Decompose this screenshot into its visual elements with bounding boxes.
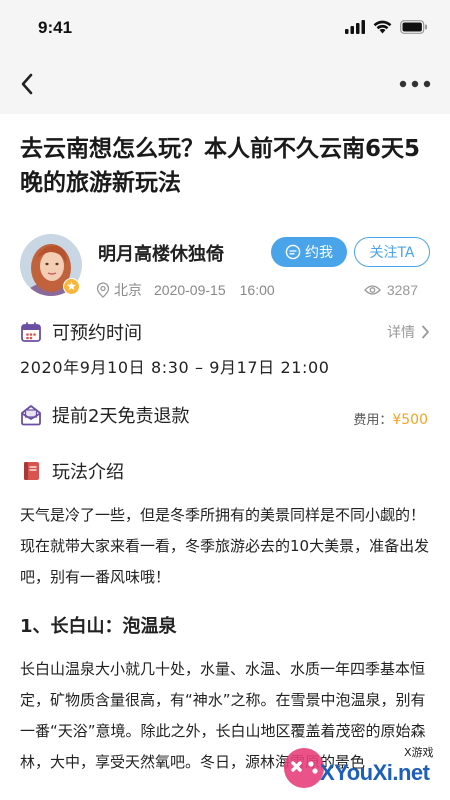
status-time: 9:41 xyxy=(38,18,73,37)
chevron-right-icon xyxy=(422,325,429,339)
wifi-icon xyxy=(373,20,392,34)
site-watermark: X游戏 XYouXi.net xyxy=(282,742,442,796)
follow-label: 关注TA xyxy=(369,245,415,261)
battery-icon xyxy=(400,20,427,34)
detail-label: 详情 xyxy=(387,325,415,341)
star-badge-icon xyxy=(64,279,79,294)
chat-bubble-icon xyxy=(285,244,301,260)
schedule-time-range: 2020年9月10日 8:30 – 9月17日 21:00 xyxy=(20,358,330,377)
avatar-badge xyxy=(63,278,80,295)
location-pin-icon xyxy=(96,282,110,298)
post-meta: 北京 2020-09-15 16:00 xyxy=(96,280,275,300)
author-name[interactable]: 明月高楼休独倚 xyxy=(98,240,224,266)
view-count: 3287 xyxy=(363,282,418,298)
intro-paragraph-1: 天气是冷了一些，但是冬季所拥有的美景同样是不同小觑的！现在就带大家来看一看，冬季… xyxy=(20,506,430,586)
intro-label: 玩法介绍 xyxy=(52,462,124,483)
appoint-button[interactable]: 约我 xyxy=(271,237,347,267)
chevron-left-icon xyxy=(21,73,33,95)
post-title: 去云南想怎么玩？本人前不久云南6天5晚的旅游新玩法 xyxy=(20,136,421,196)
status-bar: 9:41 xyxy=(0,0,450,56)
schedule-label: 可预约时间 xyxy=(52,323,142,344)
appoint-label: 约我 xyxy=(305,245,333,261)
more-button[interactable] xyxy=(398,72,432,96)
schedule-section-head: 可预约时间 xyxy=(20,319,142,345)
watermark-text: XYouXi.net xyxy=(320,760,430,785)
view-count-value: 3287 xyxy=(386,282,418,298)
refund-section-head: 提前2天免责退款 xyxy=(20,402,189,428)
watermark-small-text: X游戏 xyxy=(404,746,434,759)
post-date: 2020-09-15 xyxy=(154,282,226,298)
schedule-detail-link[interactable]: 详情 xyxy=(387,322,430,342)
book-icon xyxy=(24,462,39,480)
intro-section-head: 玩法介绍 xyxy=(20,458,124,484)
follow-button[interactable]: 关注TA xyxy=(354,237,430,267)
refund-label: 提前2天免责退款 xyxy=(52,406,190,427)
signal-icon xyxy=(345,20,365,34)
calendar-icon xyxy=(21,322,41,342)
fee-label: 费用： xyxy=(353,413,393,428)
fee-info: 费用：¥500 xyxy=(353,409,428,428)
nav-bar xyxy=(0,56,450,114)
post-time: 16:00 xyxy=(239,282,275,298)
intro-subheading: 1、长白山：泡温泉 xyxy=(20,616,177,637)
more-dots-icon xyxy=(399,80,431,88)
fee-value: ¥500 xyxy=(392,412,428,428)
envelope-icon xyxy=(21,405,41,426)
location-text: 北京 xyxy=(114,282,142,298)
status-icons xyxy=(345,20,428,34)
eye-icon xyxy=(363,285,381,295)
back-button[interactable] xyxy=(14,70,42,98)
